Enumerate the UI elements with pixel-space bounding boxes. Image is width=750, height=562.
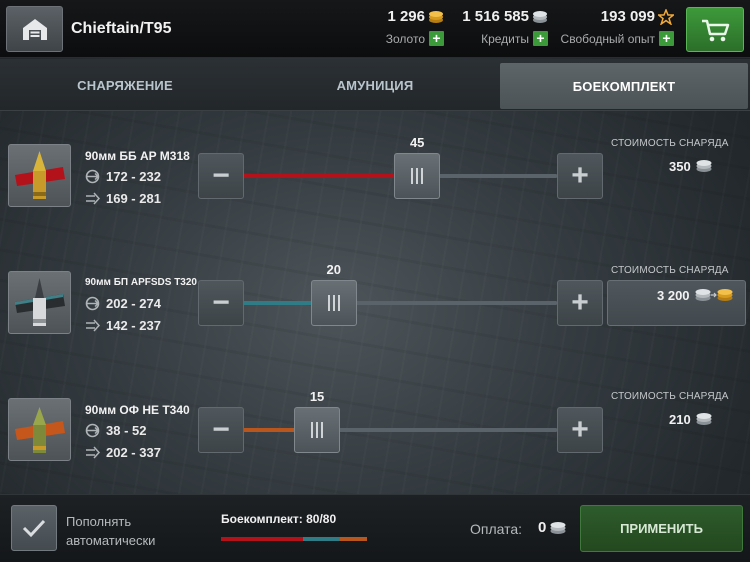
silver-coins-icon bbox=[696, 413, 712, 425]
auto-refill-line1: Пополнять bbox=[66, 514, 132, 529]
decrease-apfsds-button[interactable]: − bbox=[198, 280, 244, 326]
gold-balance: 1 296 Золото + bbox=[360, 8, 444, 46]
he-slider-thumb[interactable] bbox=[294, 407, 341, 453]
cart-icon bbox=[702, 19, 730, 41]
ammo-segment bbox=[339, 537, 367, 541]
payment-value: 0 bbox=[538, 519, 547, 536]
ammo-total-label: Боекомплект: 80/80 bbox=[221, 512, 337, 526]
ap-shell-icon bbox=[15, 151, 65, 199]
shell-damage: 202 - 337 bbox=[85, 445, 161, 460]
damage-value: 142 - 237 bbox=[106, 318, 161, 333]
shell-price-label: СТОИМОСТЬ СНАРЯДА bbox=[611, 391, 729, 402]
apfsds-slider-thumb[interactable] bbox=[310, 280, 357, 326]
credits-label: Кредиты bbox=[481, 31, 529, 46]
shell-name: 90мм ОФ HE T340 bbox=[85, 403, 190, 417]
shell-penetration: 202 - 274 bbox=[85, 296, 161, 311]
increase-ap-button[interactable]: + bbox=[557, 153, 603, 199]
exchange-credits-button[interactable]: + bbox=[533, 31, 548, 46]
gold-amount: 1 296 bbox=[387, 8, 425, 25]
star-icon bbox=[658, 8, 674, 25]
penetration-value: 172 - 232 bbox=[106, 169, 161, 184]
price-value: 350 bbox=[669, 158, 691, 174]
shell-penetration: 172 - 232 bbox=[85, 169, 161, 184]
tab-equipment[interactable]: СНАРЯЖЕНИЕ bbox=[0, 59, 250, 111]
silver-coins-icon bbox=[550, 521, 566, 534]
shell-apfsds-icon[interactable] bbox=[8, 271, 71, 334]
he-shell-icon bbox=[15, 407, 65, 453]
silver-coins-icon bbox=[533, 10, 547, 23]
price-value: 3 200 bbox=[657, 287, 690, 303]
payment-label: Оплата: bbox=[470, 521, 523, 537]
free-xp-balance: 193 099 Свободный опыт + bbox=[556, 8, 674, 46]
increase-he-button[interactable]: + bbox=[557, 407, 603, 453]
ammo-segment bbox=[303, 537, 340, 541]
free-xp-amount: 193 099 bbox=[600, 8, 655, 25]
increase-apfsds-button[interactable]: + bbox=[557, 280, 603, 326]
damage-value: 202 - 337 bbox=[106, 445, 161, 460]
tab-bar: СНАРЯЖЕНИЕ АМУНИЦИЯ БОЕКОМПЛЕКТ bbox=[0, 59, 750, 111]
penetration-icon bbox=[85, 423, 100, 438]
shell-damage: 142 - 237 bbox=[85, 318, 161, 333]
tab-ammunition[interactable]: БОЕКОМПЛЕКТ bbox=[500, 63, 748, 109]
shell-name: 90мм БП APFSDS T320 bbox=[85, 277, 197, 288]
ap-count: 45 bbox=[409, 135, 425, 150]
damage-icon bbox=[86, 446, 100, 459]
silver-coins-icon bbox=[696, 160, 712, 172]
silver-gold-coins-icon bbox=[695, 289, 733, 301]
shell-price: 210 bbox=[669, 411, 713, 427]
damage-icon bbox=[86, 192, 100, 205]
shell-name: 90мм ББ AP M318 bbox=[85, 149, 190, 163]
payment-amount: 0 bbox=[538, 519, 567, 536]
he-count-slider[interactable] bbox=[244, 428, 557, 432]
convert-xp-button[interactable]: + bbox=[659, 31, 674, 46]
bottom-bar: Пополнять автоматически Боекомплект: 80/… bbox=[0, 494, 750, 562]
credits-balance: 1 516 585 Кредиты + bbox=[440, 8, 548, 46]
shell-price: 350 bbox=[669, 158, 713, 174]
ap-slider-thumb[interactable] bbox=[394, 153, 441, 199]
damage-icon bbox=[86, 319, 100, 332]
hangar-icon bbox=[22, 19, 47, 40]
shell-price-label: СТОИМОСТЬ СНАРЯДА bbox=[611, 138, 729, 149]
decrease-he-button[interactable]: − bbox=[198, 407, 244, 453]
shell-price: 3 200 bbox=[657, 286, 734, 304]
ammo-segment bbox=[221, 537, 304, 541]
ap-count-fill bbox=[244, 174, 418, 178]
shell-price-label: СТОИМОСТЬ СНАРЯДА bbox=[611, 265, 729, 276]
top-bar: Chieftain/T95 1 296 Золото + 1 516 585 К… bbox=[0, 0, 750, 58]
shell-he-icon[interactable] bbox=[8, 398, 71, 461]
apply-button[interactable]: ПРИМЕНИТЬ bbox=[580, 505, 743, 552]
checkmark-icon bbox=[22, 519, 46, 538]
decrease-ap-button[interactable]: − bbox=[198, 153, 244, 199]
vehicle-name: Chieftain/T95 bbox=[71, 20, 172, 37]
shell-ap-icon[interactable] bbox=[8, 144, 71, 207]
auto-refill-label: Пополнять автоматически bbox=[66, 512, 155, 550]
auto-refill-line2: автоматически bbox=[66, 533, 156, 548]
garage-button[interactable] bbox=[6, 6, 63, 52]
free-xp-label: Свободный опыт bbox=[560, 31, 655, 46]
apfsds-shell-icon bbox=[15, 278, 65, 326]
penetration-icon bbox=[85, 296, 100, 311]
penetration-value: 38 - 52 bbox=[106, 423, 147, 438]
gold-label: Золото bbox=[385, 31, 425, 46]
ammo-distribution-bar bbox=[221, 537, 367, 541]
shell-penetration: 38 - 52 bbox=[85, 423, 146, 438]
credits-amount: 1 516 585 bbox=[462, 8, 529, 25]
apfsds-count: 20 bbox=[326, 262, 341, 277]
penetration-value: 202 - 274 bbox=[106, 296, 161, 311]
damage-value: 169 - 281 bbox=[106, 191, 161, 206]
auto-refill-checkbox[interactable] bbox=[11, 505, 57, 551]
apfsds-count-slider[interactable] bbox=[244, 301, 557, 305]
shell-damage: 169 - 281 bbox=[85, 191, 161, 206]
he-count: 15 bbox=[309, 389, 325, 404]
shop-button[interactable] bbox=[686, 7, 744, 52]
penetration-icon bbox=[85, 169, 100, 184]
price-value: 210 bbox=[669, 411, 691, 427]
tab-consumables[interactable]: АМУНИЦИЯ bbox=[250, 59, 500, 111]
